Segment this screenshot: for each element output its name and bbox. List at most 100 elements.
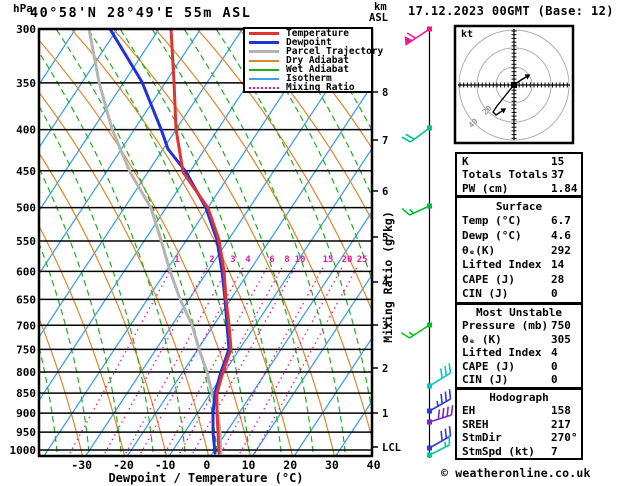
stat-value: 750	[551, 319, 571, 332]
legend-swatch-parcel-trajectory	[249, 50, 279, 53]
mixing-ratio-value-label: 15	[323, 255, 334, 265]
km-tick-label: 6	[382, 186, 388, 198]
wind-barb	[427, 363, 451, 388]
stat-label: K	[462, 155, 469, 168]
stat-row: Lifted Index 14	[457, 258, 581, 271]
stat-row: CAPE (J)28	[457, 273, 581, 286]
stat-value: 6.7	[551, 214, 571, 227]
mixing-ratio-value-label: 25	[357, 255, 368, 265]
stat-label: SREH	[462, 418, 489, 431]
legend-swatch-wet-adiabat	[249, 69, 279, 71]
stat-label: EH	[462, 404, 475, 417]
mixing-ratio-value-label: 4	[245, 255, 251, 265]
stat-label: CIN (J)	[462, 287, 508, 300]
stat-row: K15	[457, 155, 581, 168]
pressure-tick-label: 500	[16, 202, 36, 215]
stat-label: Totals Totals	[462, 168, 548, 181]
stat-box-title: Hodograph	[457, 391, 581, 404]
stat-row: Pressure (mb)750	[457, 319, 581, 332]
stat-box-surface: SurfaceTemp (°C)6.7Dewp (°C)4.6θₑ(K)292L…	[455, 196, 583, 304]
stat-label: θₑ(K)	[462, 244, 495, 257]
legend-swatch-isotherm	[249, 78, 279, 80]
stat-value: 0	[551, 287, 558, 300]
wind-barb	[402, 126, 432, 143]
stat-box-most-unstable: Most UnstablePressure (mb)750θₑ (K)305Li…	[455, 303, 583, 389]
pressure-tick-label: 650	[16, 293, 36, 306]
stat-row: Lifted Index4	[457, 346, 581, 359]
stat-label: Pressure (mb)	[462, 319, 548, 332]
stat-label: StmDir	[462, 431, 502, 444]
stat-label: Temp (°C)	[462, 214, 522, 227]
stat-value: 4	[551, 346, 558, 359]
stat-value: 305	[551, 333, 571, 346]
stat-value: 270°	[551, 431, 578, 444]
stat-row: Dewp (°C) 4.6	[457, 229, 581, 242]
mixing-ratio-value-label: 3	[230, 255, 235, 265]
km-tick-label: 1	[382, 408, 388, 420]
pressure-tick-label: 750	[16, 343, 36, 356]
stat-row: Temp (°C) 6.7	[457, 214, 581, 227]
km-tick-label: 8	[382, 87, 388, 99]
stat-row: θₑ (K)305	[457, 333, 581, 346]
stat-value: 7	[551, 445, 558, 458]
stat-row: CIN (J)0	[457, 373, 581, 386]
pressure-tick-label: 350	[16, 77, 36, 90]
legend-swatch-dewpoint	[249, 41, 279, 44]
temperature-tick-label: -10	[155, 458, 176, 472]
stat-value: 14	[551, 258, 564, 271]
stat-label: CAPE (J)	[462, 360, 515, 373]
stat-label: CAPE (J)	[462, 273, 515, 286]
stat-value: 292	[551, 244, 571, 257]
stat-row: CAPE (J)0	[457, 360, 581, 373]
pressure-tick-label: 900	[16, 407, 36, 420]
stat-row: EH 158	[457, 404, 581, 417]
mixing-ratio-value-label: 6	[269, 255, 274, 265]
stat-value: 1.84	[551, 182, 578, 195]
pressure-tick-label: 700	[16, 319, 36, 332]
hodograph-unit-label: kt	[461, 29, 473, 40]
mixing-ratio-value-label: 8	[284, 255, 289, 265]
pressure-tick-label: 400	[16, 124, 36, 137]
pressure-tick-label: 300	[16, 23, 36, 36]
temperature-tick-label: 40	[367, 458, 381, 472]
stat-row: θₑ(K) 292	[457, 244, 581, 257]
stat-label: PW (cm)	[462, 182, 508, 195]
valid-datetime: 17.12.2023 00GMT (Base: 12)	[408, 4, 614, 18]
pressure-tick-label: 450	[16, 165, 36, 178]
stat-label: CIN (J)	[462, 373, 508, 386]
pressure-tick-label: 1000	[10, 444, 37, 457]
wind-barb	[405, 27, 432, 46]
pressure-tick-label: 950	[16, 426, 36, 439]
stat-label: StmSpd (kt)	[462, 445, 535, 458]
altitude-axis-unit-asl: ASL	[369, 12, 388, 24]
skewt-chart-page: 3003504004505005506006507007508008509009…	[0, 0, 629, 486]
stat-row: Totals Totals37	[457, 168, 581, 181]
pressure-tick-label: 600	[16, 265, 36, 278]
stat-label: Dewp (°C)	[462, 229, 522, 242]
temperature-tick-label: 10	[242, 458, 256, 472]
wind-barb-column	[401, 27, 452, 459]
temperature-tick-label: 20	[283, 458, 297, 472]
pressure-tick-label: 800	[16, 366, 36, 379]
legend-swatch-mixing-ratio	[249, 87, 279, 89]
stat-row: StmDir 270°	[457, 431, 581, 444]
stat-value: 158	[551, 404, 571, 417]
stat-label: Lifted Index	[462, 258, 541, 271]
lcl-label: LCL	[382, 442, 401, 454]
stat-box-indices: K15Totals Totals37PW (cm)1.84	[455, 152, 583, 197]
copyright: © weatheronline.co.uk	[441, 466, 591, 480]
mixing-ratio-value-label: 2	[209, 255, 214, 265]
legend-label: Mixing Ratio	[286, 83, 355, 92]
stat-box-title: Surface	[457, 200, 581, 213]
stat-row: StmSpd (kt) 7	[457, 445, 581, 458]
stat-value: 37	[551, 168, 564, 181]
stat-row: SREH217	[457, 418, 581, 431]
temperature-tick-label: -30	[71, 458, 92, 472]
mixing-ratio-value-label: 1	[174, 255, 179, 265]
stat-value: 4.6	[551, 229, 571, 242]
mixing-ratio-axis-label: Mixing Ratio (g/kg)	[381, 211, 395, 343]
wind-barb	[427, 405, 453, 424]
stat-row: PW (cm) 1.84	[457, 182, 581, 195]
wind-barb	[402, 204, 432, 216]
legend-swatch-dry-adiabat	[249, 60, 279, 62]
